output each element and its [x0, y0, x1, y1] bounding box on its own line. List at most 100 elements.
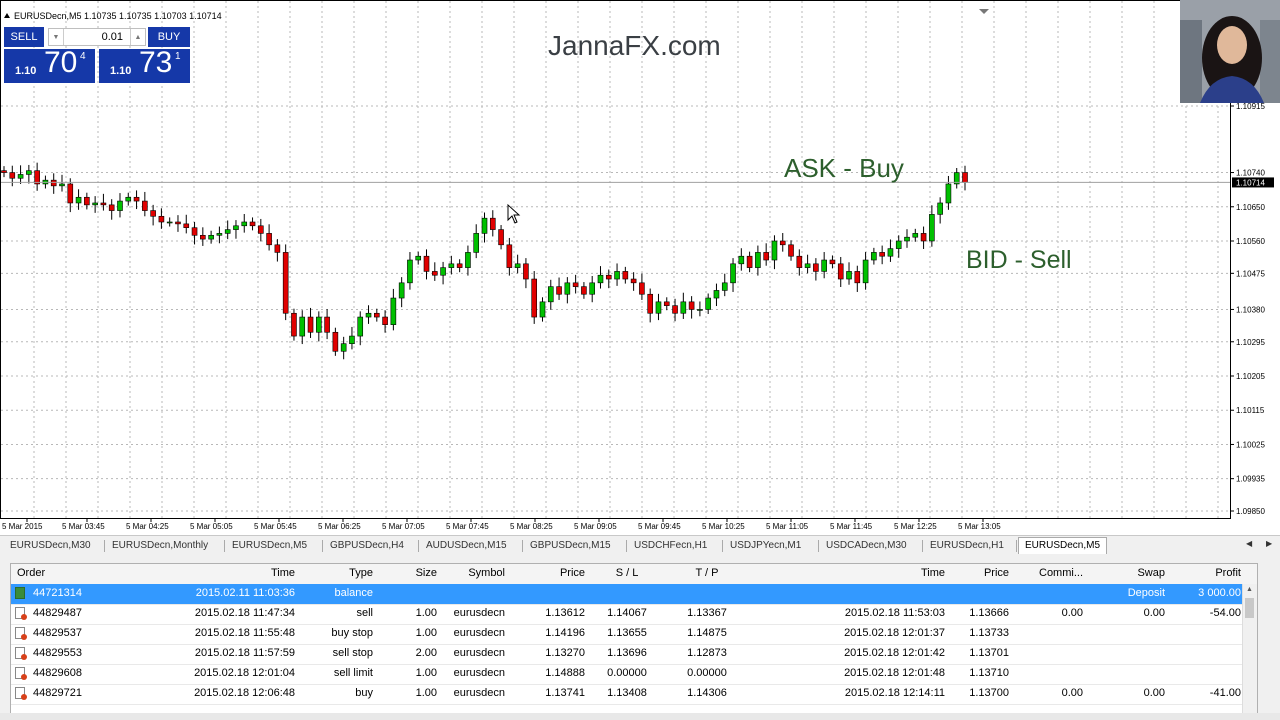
candle-bullish	[390, 297, 397, 325]
table-cell-order: 44721314	[33, 587, 82, 599]
chart-tab[interactable]: USDCADecn,M30	[820, 538, 913, 554]
chart-tab[interactable]: EURUSDecn,M30	[4, 538, 97, 554]
history-table: Order Time Type Size Symbol Price S / L T / P Ti…	[10, 563, 1258, 715]
column-header[interactable]: Profit	[1169, 567, 1241, 579]
column-header[interactable]: Price	[949, 567, 1009, 579]
table-row[interactable]: 44829608 2015.02.18 12:01:04 sell limit 1.0…	[11, 664, 1257, 685]
current-price-label: 1.10714	[1236, 178, 1265, 187]
table-cell-size: 1.00	[415, 667, 437, 679]
candle-bearish	[837, 263, 844, 280]
candle-bearish	[572, 282, 579, 287]
table-cell-sl: 1.13655	[607, 627, 647, 639]
candle-bullish	[721, 282, 728, 291]
one-click-trade-panel: SELL ▼ 0.01 ▲ BUY 1.10 70 4 1.10 73 1	[4, 27, 190, 83]
candle-bullish	[233, 225, 239, 230]
tabs-scroll-right-icon[interactable]: ▶	[1266, 539, 1272, 548]
time-axis-label: 5 Mar 06:25	[318, 522, 361, 531]
candle-bullish	[216, 233, 223, 236]
candle-bearish	[523, 263, 529, 280]
time-axis-label: 5 Mar 2015	[2, 522, 43, 531]
table-cell-time: 2015.02.18 11:57:59	[194, 647, 295, 659]
candle-bullish	[887, 248, 894, 257]
candle-bullish	[75, 196, 82, 204]
candle-bearish	[382, 316, 388, 325]
candle-bullish	[937, 202, 943, 215]
table-cell-size: 1.00	[415, 687, 437, 699]
table-cell-tp: 1.14875	[687, 627, 727, 639]
scroll-up-icon[interactable]: ▲	[1246, 586, 1253, 593]
column-header[interactable]: Commi...	[1013, 567, 1083, 579]
candle-bullish	[614, 271, 620, 280]
chart-tab[interactable]: EURUSDecn,Monthly	[106, 538, 214, 554]
tab-separator	[922, 540, 923, 552]
chart-tab[interactable]: EURUSDecn,H1	[924, 538, 1010, 554]
table-row[interactable]: 44829721 2015.02.18 12:06:48 buy 1.00 eurusd…	[11, 684, 1257, 705]
tabs-scroll-left-icon[interactable]: ◀	[1246, 539, 1252, 548]
table-row[interactable]: 44829487 2015.02.18 11:47:34 sell 1.00 eurus…	[11, 604, 1257, 625]
sell-button[interactable]: SELL	[4, 27, 44, 47]
candle-bearish	[191, 227, 198, 236]
table-cell-time: 2015.02.18 12:06:48	[194, 687, 295, 699]
buy-button[interactable]: BUY	[148, 27, 190, 47]
candle-bearish	[431, 271, 438, 276]
candle-bullish	[299, 316, 306, 337]
candle-bearish	[498, 229, 504, 246]
candle-bullish	[125, 196, 132, 202]
bid-price-pipette: 4	[80, 51, 86, 62]
column-header[interactable]: Swap	[1087, 567, 1165, 579]
candle-bearish	[291, 312, 297, 337]
chart-tab[interactable]: EURUSDecn,M5	[1018, 537, 1108, 554]
table-cell-sl: 1.13696	[607, 647, 647, 659]
time-axis-label: 5 Mar 07:05	[382, 522, 425, 531]
order-icon	[15, 687, 27, 700]
column-header[interactable]: Time	[749, 567, 945, 579]
candle-bullish	[597, 274, 604, 284]
time-axis-label: 5 Mar 11:05	[766, 522, 809, 531]
column-header[interactable]: Time	[121, 567, 295, 579]
table-cell-cprice: 1.13666	[969, 607, 1009, 619]
lot-increase-icon[interactable]: ▲	[130, 29, 145, 45]
table-row[interactable]: 44829553 2015.02.18 11:57:59 sell stop 2.00…	[11, 644, 1257, 665]
bid-price-big: 70	[44, 46, 78, 79]
price-chart[interactable]: 1.10915 1.10740 1.10650 1.10560 1.10475 1.103…	[0, 0, 1280, 535]
candle-bearish	[829, 259, 836, 265]
candle-bullish	[738, 255, 745, 265]
table-cell-cprice: 1.13701	[969, 647, 1009, 659]
table-cell-tp: 0.00000	[687, 667, 727, 679]
column-header[interactable]: Order	[17, 567, 117, 579]
time-axis-label: 5 Mar 09:05	[574, 522, 617, 531]
chart-tab[interactable]: GBPUSDecn,H4	[324, 538, 410, 554]
column-header[interactable]: S / L	[589, 567, 665, 579]
candle-bearish	[258, 225, 264, 234]
lot-size-input[interactable]: ▼ 0.01 ▲	[48, 28, 146, 46]
tab-separator	[322, 540, 323, 552]
table-row[interactable]: 44721314 2015.02.11 11:03:36 balance Deposi…	[11, 584, 1257, 605]
lot-decrease-icon[interactable]: ▼	[49, 29, 64, 45]
column-header[interactable]: Symbol	[441, 567, 505, 579]
tab-separator	[818, 540, 819, 552]
candle-bullish	[357, 316, 364, 337]
column-header[interactable]: Type	[299, 567, 373, 579]
chart-tab[interactable]: AUDUSDecn,M15	[420, 538, 513, 554]
candlestick-chart[interactable]: 1.10915 1.10740 1.10650 1.10560 1.10475 1.103…	[0, 0, 1280, 535]
chart-tab[interactable]: EURUSDecn,M5	[226, 538, 313, 554]
column-header[interactable]: Price	[509, 567, 585, 579]
table-row[interactable]: 44829537 2015.02.18 11:55:48 buy stop 1.00 e…	[11, 624, 1257, 645]
candle-bearish	[489, 217, 496, 230]
table-cell-ctime: 2015.02.18 12:01:48	[844, 667, 945, 679]
collapse-triangle-icon[interactable]	[4, 13, 10, 18]
bid-price-box[interactable]: 1.10 70 4	[4, 46, 95, 83]
history-scrollbar[interactable]: ▲	[1242, 584, 1257, 714]
candle-bullish	[539, 301, 546, 318]
column-header[interactable]: T / P	[669, 567, 745, 579]
candle-bullish	[59, 183, 65, 187]
scrollbar-thumb[interactable]	[1245, 598, 1254, 618]
price-axis-label: 1.10650	[1236, 203, 1265, 212]
chart-tab[interactable]: USDCHFecn,H1	[628, 538, 713, 554]
order-icon	[15, 667, 27, 680]
chart-tab[interactable]: GBPUSDecn,M15	[524, 538, 617, 554]
ask-price-box[interactable]: 1.10 73 1	[99, 46, 190, 83]
table-cell-tp: 1.13367	[687, 607, 727, 619]
chart-tab[interactable]: USDJPYecn,M1	[724, 538, 807, 554]
column-header[interactable]: Size	[377, 567, 437, 579]
